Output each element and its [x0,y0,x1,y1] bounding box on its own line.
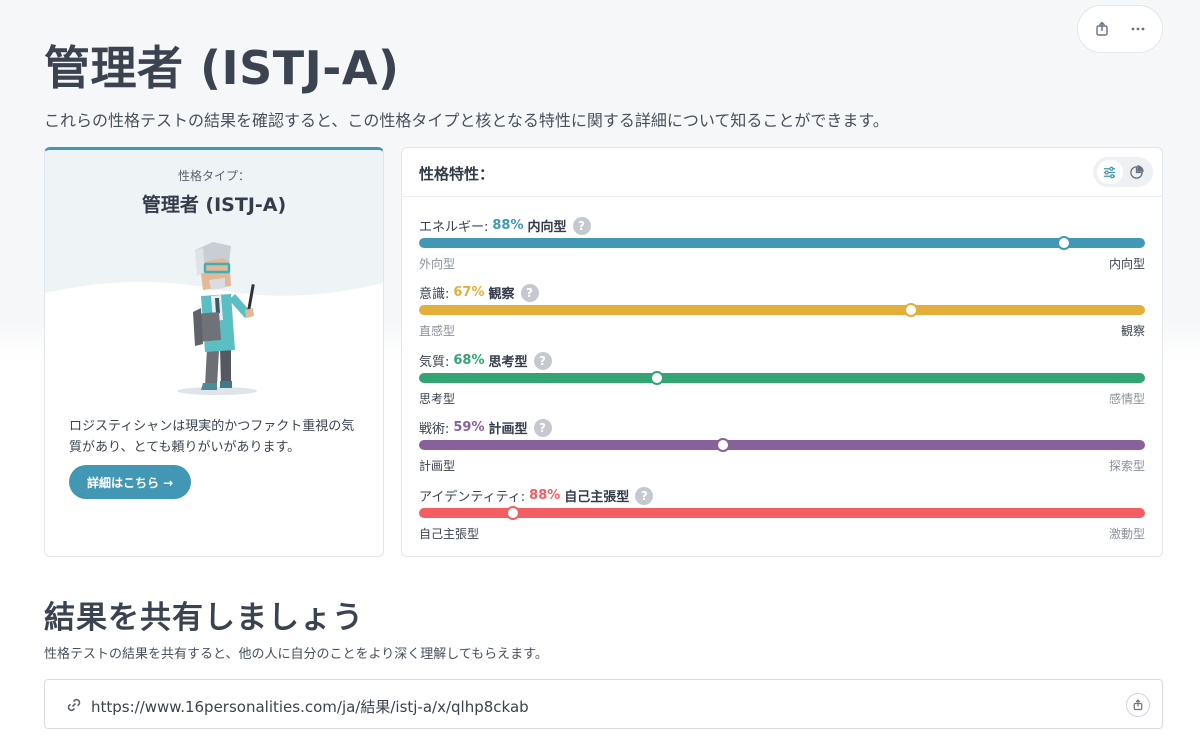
sliders-view-icon[interactable] [1096,160,1123,184]
share-url-text[interactable]: https://www.16personalities.com/ja/結果/is… [91,696,529,717]
trait-percent: 68% [453,353,485,368]
trait-side: 思考型 [488,355,528,370]
share-icon[interactable] [1090,17,1114,41]
pie-chart-view-icon[interactable] [1124,160,1150,184]
trait-percent: 67% [453,285,485,300]
trait-percent: 59% [453,420,485,435]
trait-side: 計画型 [488,422,528,437]
trait-right-label: 探索型 [1108,459,1145,473]
trait-bar[interactable] [419,508,1145,518]
trait-left-label: 計画型 [419,459,456,473]
type-name: 管理者 (ISTJ-A) [141,194,287,216]
trait-label: 戦術: [419,422,450,437]
learn-more-button[interactable]: 詳細はこちら → [69,465,192,499]
trait-title: エネルギー: 88% 内向型? [419,216,591,235]
trait-row: 意識: 67% 観察? 直感型 観察 [419,283,1145,343]
trait-side: 自己主張型 [564,490,630,505]
trait-bar[interactable] [419,238,1145,248]
help-icon[interactable]: ? [572,216,591,235]
logistician-avatar-illustration [177,242,257,395]
trait-bar[interactable] [419,440,1145,450]
type-label: 性格タイプ： [177,169,250,183]
trait-percent: 88% [492,218,524,233]
trait-title: 意識: 67% 観察? [419,283,539,302]
trait-label: 意識: [419,287,450,302]
trait-right-label: 観察 [1120,324,1145,338]
trait-slider-knob[interactable] [1056,236,1071,250]
trait-right-label: 激動型 [1108,527,1145,541]
type-description: ロジスティシャンは現実的かつファクト重視の気質があり、とても頼りがいがあります。 [69,419,355,455]
trait-percent: 88% [529,488,561,503]
page-title: 管理者 (ISTJ-A) [44,41,400,95]
view-toggle [1093,157,1153,187]
trait-row: 戦術: 59% 計画型? 計画型 探索型 [419,418,1145,478]
trait-right-label: 内向型 [1108,257,1145,271]
traits-heading: 性格特性： [419,165,495,183]
link-icon [67,698,81,712]
trait-label: 気質: [419,355,450,370]
trait-left-label: 思考型 [419,392,456,406]
trait-title: アイデンティティ: 88% 自己主張型? [419,486,654,505]
trait-left-label: 自己主張型 [419,527,480,541]
trait-left-label: 外向型 [419,257,456,271]
share-title: 結果を共有しましょう [44,600,364,636]
trait-bar[interactable] [419,373,1145,383]
help-icon[interactable]: ? [520,283,539,302]
trait-label: アイデンティティ: [419,490,526,505]
share-subtitle: 性格テストの結果を共有すると、他の人に自分のことをより深く理解してもらえます。 [44,647,548,662]
traits-card-header: 性格特性： [402,148,1162,197]
trait-row: アイデンティティ: 88% 自己主張型? 自己主張型 激動型 [419,486,1145,546]
personality-type-card: 性格タイプ： 管理者 (ISTJ-A) ロジスティシャンは現実的かつファクト重視… [44,147,384,557]
page-subtitle: これらの性格テストの結果を確認すると、この性格タイプと核となる特性に関する詳細に… [44,111,889,130]
trait-row: 気質: 68% 思考型? 思考型 感情型 [419,351,1145,411]
trait-side: 内向型 [527,220,567,235]
help-icon[interactable]: ? [533,351,552,370]
trait-side: 観察 [488,287,515,302]
personality-traits-card: 性格特性： エネルギー: 88% 内向型 ? 外向型 内向型 意識: 67% 観… [401,147,1163,557]
help-icon[interactable]: ? [635,486,654,505]
trait-title: 戦術: 59% 計画型? [419,418,552,437]
trait-left-label: 直感型 [419,324,456,338]
help-icon[interactable]: ? [533,418,552,437]
trait-row: エネルギー: 88% 内向型? 外向型 内向型 [419,216,1145,276]
copy-share-icon[interactable] [1126,693,1150,717]
trait-right-label: 感情型 [1108,392,1145,406]
share-url-field[interactable]: https://www.16personalities.com/ja/結果/is… [44,679,1163,729]
more-icon[interactable] [1126,17,1150,41]
trait-title: 気質: 68% 思考型? [419,351,552,370]
top-actions [1077,5,1163,53]
trait-label: エネルギー: [419,220,489,235]
trait-bar[interactable] [419,305,1145,315]
results-page: 管理者 (ISTJ-A) これらの性格テストの結果を確認すると、この性格タイプと… [0,0,1200,753]
